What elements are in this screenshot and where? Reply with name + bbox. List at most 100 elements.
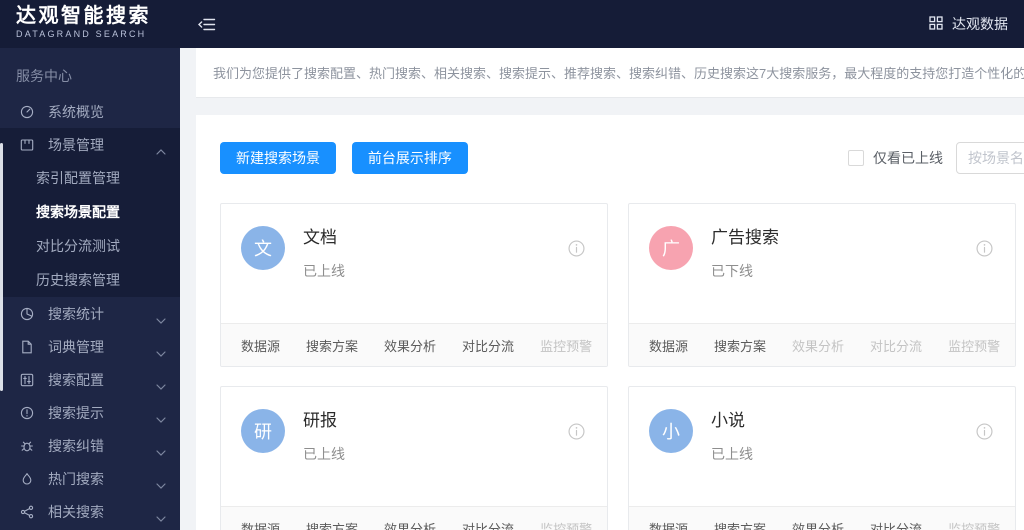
- action-monitor-alert[interactable]: 监控预警: [948, 336, 1000, 355]
- sidebar-item-hot-search[interactable]: 热门搜索: [0, 462, 180, 495]
- avatar: 广: [649, 226, 693, 270]
- sidebar-item-search-statistics[interactable]: 搜索统计: [0, 297, 180, 330]
- scene-title[interactable]: 广告搜索: [711, 228, 779, 248]
- sidebar-item-system-overview[interactable]: 系统概览: [0, 95, 180, 128]
- status-badge: 已下线: [711, 263, 753, 279]
- action-effect-analysis[interactable]: 效果分析: [792, 336, 844, 355]
- toolbar: 新建搜索场景 前台展示排序 仅看已上线: [196, 115, 1024, 174]
- action-search-plan[interactable]: 搜索方案: [306, 519, 358, 530]
- action-search-plan[interactable]: 搜索方案: [714, 336, 766, 355]
- action-ab-split[interactable]: 对比分流: [870, 336, 922, 355]
- sliders-icon: [20, 373, 34, 386]
- brand-subtitle: DATAGRAND SEARCH: [16, 29, 147, 39]
- chevron-down-icon: [156, 443, 166, 459]
- action-monitor-alert[interactable]: 监控预警: [540, 336, 592, 355]
- dictionary-icon: [22, 340, 32, 353]
- avatar: 文: [241, 226, 285, 270]
- chevron-down-icon: [156, 377, 166, 393]
- dashboard-icon: [20, 105, 34, 118]
- fire-icon: [22, 472, 32, 485]
- status-badge: 已上线: [711, 446, 753, 462]
- sidebar-scrollbar[interactable]: [0, 143, 3, 391]
- brand-logo: 达观智能搜索 DATAGRAND SEARCH: [0, 0, 180, 48]
- scene-search-input[interactable]: [956, 142, 1024, 174]
- intro-banner: 我们为您提供了搜索配置、热门搜索、相关搜索、搜索提示、推荐搜索、搜索纠错、历史搜…: [196, 48, 1024, 98]
- exclamation-icon: [20, 406, 34, 419]
- chevron-up-icon: [156, 142, 166, 158]
- sidebar-item-dictionary-management[interactable]: 词典管理: [0, 330, 180, 363]
- action-effect-analysis[interactable]: 效果分析: [384, 336, 436, 355]
- display-order-button[interactable]: 前台展示排序: [351, 142, 468, 174]
- card-actions: 数据源 搜索方案 效果分析 对比分流 监控预警 ...: [629, 506, 1015, 530]
- main-content: 我们为您提供了搜索配置、热门搜索、相关搜索、搜索提示、推荐搜索、搜索纠错、历史搜…: [180, 48, 1024, 530]
- portal-label: 达观数据: [952, 16, 1008, 32]
- chevron-down-icon: [156, 476, 166, 492]
- sidebar-item-search-suggest[interactable]: 搜索提示: [0, 396, 180, 429]
- action-data-source[interactable]: 数据源: [241, 336, 280, 355]
- sidebar-item-history-search-management[interactable]: 历史搜索管理: [0, 263, 180, 297]
- chevron-down-icon: [156, 509, 166, 525]
- action-ab-split[interactable]: 对比分流: [462, 519, 514, 530]
- menu-fold-icon[interactable]: [198, 17, 216, 32]
- scene-title[interactable]: 文档: [303, 228, 345, 248]
- chevron-down-icon: [156, 344, 166, 360]
- scene-title[interactable]: 研报: [303, 411, 345, 431]
- share-icon: [20, 505, 34, 518]
- action-data-source[interactable]: 数据源: [649, 336, 688, 355]
- action-ab-split[interactable]: 对比分流: [462, 336, 514, 355]
- more-actions[interactable]: ...: [1014, 338, 1015, 353]
- topbar: 达观智能搜索 DATAGRAND SEARCH 达观数据: [0, 0, 1024, 48]
- action-search-plan[interactable]: 搜索方案: [306, 336, 358, 355]
- scene-card-novel[interactable]: 小 小说 已上线 数据源 搜索方案 效果分析 对比分流 监控预警: [628, 386, 1016, 530]
- brand-title: 达观智能搜索: [16, 5, 151, 27]
- only-online-checkbox[interactable]: [848, 150, 864, 166]
- new-scene-button[interactable]: 新建搜索场景: [220, 142, 336, 174]
- more-actions[interactable]: ...: [1014, 521, 1015, 530]
- more-actions[interactable]: ...: [606, 521, 607, 530]
- chevron-down-icon: [156, 311, 166, 327]
- info-icon[interactable]: [976, 240, 993, 260]
- info-icon[interactable]: [568, 240, 585, 260]
- action-monitor-alert[interactable]: 监控预警: [948, 519, 1000, 530]
- action-data-source[interactable]: 数据源: [241, 519, 280, 530]
- action-monitor-alert[interactable]: 监控预警: [540, 519, 592, 530]
- card-actions: 数据源 搜索方案 效果分析 对比分流 监控预警 ...: [221, 323, 607, 366]
- pie-chart-icon: [20, 307, 34, 320]
- scene-management-group: 场景管理 索引配置管理 搜索场景配置 对比分流测试 历史搜索管理: [0, 128, 180, 297]
- status-badge: 已上线: [303, 446, 345, 462]
- action-ab-split[interactable]: 对比分流: [870, 519, 922, 530]
- scene-card-research-report[interactable]: 研 研报 已上线 数据源 搜索方案 效果分析 对比分流 监控预警: [220, 386, 608, 530]
- toolbar-filters: 仅看已上线: [848, 142, 1024, 174]
- sidebar-item-search-correction[interactable]: 搜索纠错: [0, 429, 180, 462]
- scene-title[interactable]: 小说: [711, 411, 753, 431]
- info-icon[interactable]: [568, 423, 585, 443]
- bug-icon: [21, 441, 33, 451]
- sidebar-item-search-scene-config[interactable]: 搜索场景配置: [0, 195, 180, 229]
- sidebar-item-scene-management[interactable]: 场景管理: [0, 128, 180, 161]
- apps-grid-icon: [929, 15, 943, 33]
- sidebar-item-index-config[interactable]: 索引配置管理: [0, 161, 180, 195]
- more-actions[interactable]: ...: [606, 338, 607, 353]
- card-actions: 数据源 搜索方案 效果分析 对比分流 监控预警 ...: [221, 506, 607, 530]
- scene-card-ad-search[interactable]: 广 广告搜索 已下线 数据源 搜索方案 效果分析 对比分流 监控预警: [628, 203, 1016, 367]
- sidebar-item-ab-split-test[interactable]: 对比分流测试: [0, 229, 180, 263]
- action-effect-analysis[interactable]: 效果分析: [792, 519, 844, 530]
- card-actions: 数据源 搜索方案 效果分析 对比分流 监控预警 ...: [629, 323, 1015, 366]
- sidebar-item-related-search[interactable]: 相关搜索: [0, 495, 180, 528]
- scene-panel: 新建搜索场景 前台展示排序 仅看已上线 文 文档 已上线: [196, 115, 1024, 530]
- info-icon[interactable]: [976, 423, 993, 443]
- avatar: 研: [241, 409, 285, 453]
- action-search-plan[interactable]: 搜索方案: [714, 519, 766, 530]
- portal-switcher[interactable]: 达观数据: [929, 14, 1024, 34]
- action-data-source[interactable]: 数据源: [649, 519, 688, 530]
- chevron-down-icon: [156, 410, 166, 426]
- only-online-label: 仅看已上线: [873, 150, 943, 166]
- sidebar-group-label: 服务中心: [16, 68, 72, 84]
- action-effect-analysis[interactable]: 效果分析: [384, 519, 436, 530]
- sidebar-item-search-config[interactable]: 搜索配置: [0, 363, 180, 396]
- intro-banner-text: 我们为您提供了搜索配置、热门搜索、相关搜索、搜索提示、推荐搜索、搜索纠错、历史搜…: [213, 66, 1024, 81]
- scene-card-document[interactable]: 文 文档 已上线 数据源 搜索方案 效果分析 对比分流 监控预警: [220, 203, 608, 367]
- sidebar: 服务中心 系统概览 场景管理 索引配置管理 搜索场景配置 对比分流测试 历史搜索…: [0, 48, 180, 530]
- scene-cards-grid: 文 文档 已上线 数据源 搜索方案 效果分析 对比分流 监控预警 广 广告搜索 …: [220, 203, 1024, 530]
- status-badge: 已上线: [303, 263, 345, 279]
